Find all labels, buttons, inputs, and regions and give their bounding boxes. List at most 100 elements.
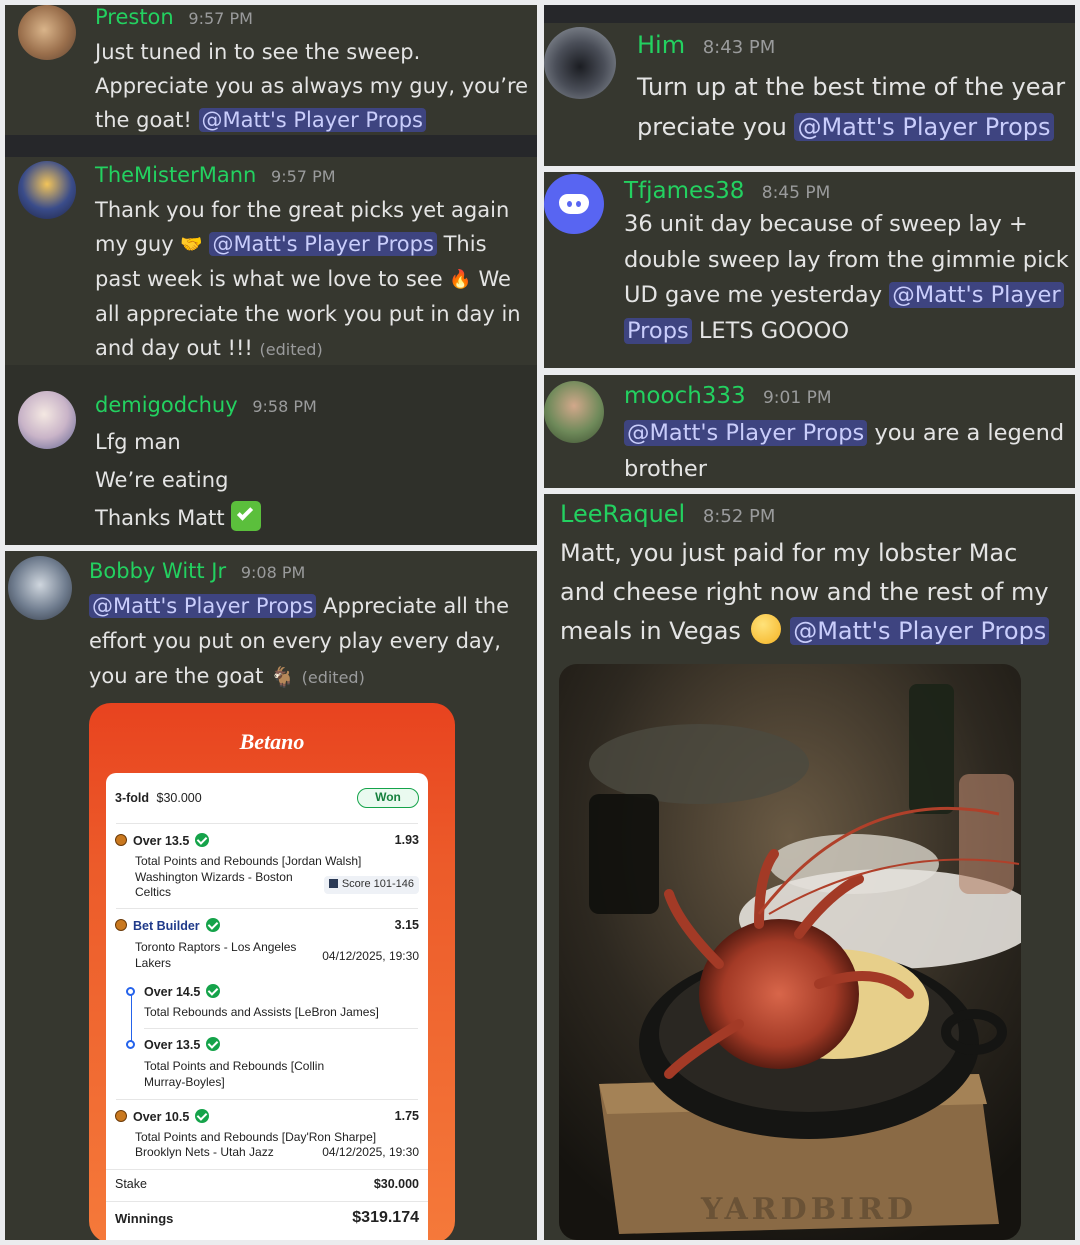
avatar[interactable] bbox=[18, 391, 76, 449]
check-icon bbox=[205, 918, 220, 932]
sub-leg-market: Total Points and Rebounds [Collin bbox=[144, 1059, 325, 1073]
user-mention[interactable]: @Matt's Player Props bbox=[89, 594, 317, 618]
divider bbox=[5, 135, 537, 157]
message-demigodchuy: demigodchuy 9:58 PM Lfg man We’re eating… bbox=[5, 365, 537, 545]
avatar[interactable] bbox=[544, 381, 604, 443]
user-mention[interactable]: Props bbox=[624, 317, 692, 344]
message-line: preciate you bbox=[637, 113, 787, 141]
leg-odds: 1.93 bbox=[394, 833, 419, 847]
winnings-label: Winnings bbox=[115, 1211, 174, 1226]
fire-emoji-icon: 🔥 bbox=[449, 269, 472, 290]
edited-tag: (edited) bbox=[301, 668, 365, 687]
sub-leg-market: Total Rebounds and Assists [LeBron James… bbox=[144, 1005, 379, 1019]
lobster-photo[interactable]: YARDBIRD bbox=[559, 664, 1021, 1240]
timestamp: 8:52 PM bbox=[702, 506, 776, 527]
avatar[interactable] bbox=[8, 556, 72, 620]
leg-odds: 1.75 bbox=[394, 1109, 419, 1123]
message-line: you are the goat bbox=[89, 664, 264, 688]
timestamp: 8:43 PM bbox=[702, 37, 776, 58]
stake-label: Stake bbox=[115, 1177, 147, 1191]
username[interactable]: TheMisterMann bbox=[95, 163, 256, 187]
message-line: We bbox=[478, 267, 511, 291]
message-line: Thank you for the great picks yet again bbox=[95, 198, 510, 222]
timestamp: 9:58 PM bbox=[252, 397, 317, 416]
basketball-icon bbox=[115, 919, 127, 931]
leg-datetime: 04/12/2025, 19:30 bbox=[322, 949, 419, 963]
user-mention[interactable]: @Matt's Player Props bbox=[209, 232, 437, 256]
winnings-value: $319.174 bbox=[352, 1209, 419, 1226]
message-line: effort you put on every play every day, bbox=[89, 629, 501, 653]
sub-leg-title: Over 14.5 bbox=[144, 985, 201, 999]
bet-type: 3-fold bbox=[115, 791, 150, 805]
leg-odds: 3.15 bbox=[394, 918, 419, 932]
username[interactable]: mooch333 bbox=[624, 383, 746, 409]
message-line: all appreciate the work you put in day i… bbox=[95, 302, 521, 326]
discord-avatar-icon[interactable] bbox=[544, 174, 604, 234]
check-icon bbox=[206, 1037, 221, 1051]
sub-leg-title: Over 13.5 bbox=[144, 1038, 201, 1052]
message-line: double sweep lay from the gimmie pick bbox=[624, 246, 1069, 273]
sub-leg-market: Murray-Boyles] bbox=[144, 1075, 225, 1089]
timeline-dot-icon bbox=[126, 987, 135, 996]
message-line: Lfg man bbox=[95, 430, 181, 454]
timeline-dot-icon bbox=[126, 1040, 135, 1049]
message-mooch333: mooch333 9:01 PM @Matt's Player Props yo… bbox=[544, 375, 1075, 488]
lobster-photo-scene: YARDBIRD bbox=[559, 664, 1021, 1240]
status-badge: Won bbox=[357, 788, 419, 808]
face-with-hand-over-mouth-emoji-icon bbox=[750, 614, 781, 644]
handshake-emoji-icon: 🤝 bbox=[180, 234, 203, 255]
message-line: This bbox=[443, 232, 487, 256]
betano-logo: Betano bbox=[239, 729, 305, 754]
message-line: Turn up at the best time of the year bbox=[637, 73, 1066, 101]
yardbird-sign: YARDBIRD bbox=[700, 1192, 917, 1227]
bet-amount: $30.000 bbox=[156, 791, 202, 805]
goat-emoji-icon: 🐐 bbox=[270, 664, 295, 689]
avatar[interactable] bbox=[18, 161, 76, 219]
user-mention[interactable]: @Matt's Player Props bbox=[624, 420, 868, 446]
message-line: Appreciate all the bbox=[323, 594, 510, 618]
edited-tag: (edited) bbox=[259, 340, 323, 359]
message-line: you are a legend bbox=[874, 420, 1065, 446]
divider bbox=[544, 5, 1075, 23]
user-mention[interactable]: @Matt's Player bbox=[889, 282, 1064, 308]
basketball-icon bbox=[115, 834, 127, 846]
user-mention[interactable]: @Matt's Player Props bbox=[198, 108, 426, 132]
check-mark-emoji-icon bbox=[231, 501, 262, 531]
username[interactable]: Bobby Witt Jr bbox=[89, 559, 226, 583]
message-line: brother bbox=[624, 456, 707, 482]
timestamp: 8:45 PM bbox=[761, 183, 831, 203]
message-line: UD gave me yesterday bbox=[624, 282, 883, 308]
leg-market: Total Points and Rebounds [Day'Ron Sharp… bbox=[135, 1130, 377, 1144]
bet-slip-image[interactable]: Betano 3-fold $30.000 Won Over 13.5 1.93… bbox=[89, 703, 455, 1240]
username[interactable]: Preston bbox=[95, 5, 174, 29]
message-line: Thanks Matt bbox=[95, 506, 225, 530]
username[interactable]: demigodchuy bbox=[95, 393, 238, 417]
avatar[interactable] bbox=[18, 5, 76, 60]
message-line: and cheese right now and the rest of my bbox=[560, 578, 1049, 606]
check-icon bbox=[195, 1109, 210, 1123]
message-line: and day out !!! bbox=[95, 336, 253, 360]
leg-title: Bet Builder bbox=[133, 919, 200, 933]
message-line: my guy bbox=[95, 232, 174, 256]
timestamp: 9:08 PM bbox=[240, 563, 306, 582]
username[interactable]: LeeRaquel bbox=[560, 500, 685, 528]
message-preston: Preston 9:57 PM Just tuned in to see the… bbox=[5, 5, 537, 135]
user-mention[interactable]: @Matt's Player Props bbox=[794, 113, 1054, 141]
timestamp: 9:57 PM bbox=[188, 9, 253, 28]
user-mention[interactable]: @Matt's Player Props bbox=[790, 617, 1050, 645]
message-him: Him 8:43 PM Turn up at the best time of … bbox=[544, 23, 1075, 166]
stake-value: $30.000 bbox=[373, 1177, 419, 1191]
bet-slip-card: 3-fold $30.000 Won Over 13.5 1.93 Total … bbox=[106, 773, 428, 1240]
message-line: Matt, you just paid for my lobster Mac bbox=[560, 539, 1018, 567]
basketball-icon bbox=[115, 1110, 127, 1122]
score-badge: Score 101-146 bbox=[323, 876, 419, 894]
message-line: the goat! bbox=[95, 108, 192, 132]
avatar[interactable] bbox=[544, 27, 616, 99]
username[interactable]: Tfjames38 bbox=[624, 178, 744, 204]
username[interactable]: Him bbox=[637, 31, 685, 59]
leg-title: Over 10.5 bbox=[133, 1110, 190, 1124]
message-leeraquel: LeeRaquel 8:52 PM Matt, you just paid fo… bbox=[544, 494, 1075, 1240]
message-line: Appreciate you as always my guy, you’re bbox=[95, 74, 529, 98]
message-line: meals in Vegas bbox=[560, 617, 741, 645]
message-bobby-witt-jr: Bobby Witt Jr 9:08 PM @Matt's Player Pro… bbox=[5, 551, 537, 1240]
